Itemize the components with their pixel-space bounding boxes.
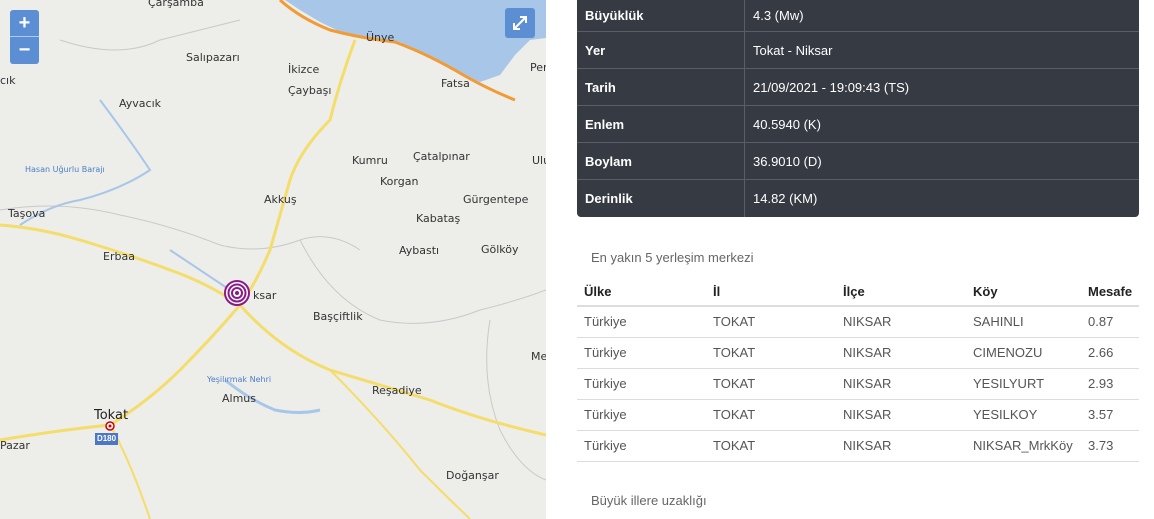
map-label: Erbaa (103, 250, 135, 263)
table-cell: SAHINLI (966, 306, 1081, 338)
detail-value: Tokat - Niksar (753, 43, 833, 58)
table-row: Türkiye TOKAT NIKSAR YESILKOY 3.57 (577, 399, 1139, 431)
table-cell: TOKAT (706, 306, 836, 338)
expand-icon (513, 16, 527, 30)
table-row: Türkiye TOKAT NIKSAR CIMENOZU 2.66 (577, 337, 1139, 369)
map-label: Salıpazarı (186, 51, 240, 64)
detail-row: Tarih 21/09/2021 - 19:09:43 (TS) (577, 69, 1139, 106)
map-label: Fatsa (441, 77, 470, 90)
table-cell: NIKSAR (836, 430, 966, 462)
table-cell: 2.66 (1081, 337, 1139, 369)
table-cell: NIKSAR (836, 306, 966, 338)
nearest-settlements-table: Ülke İl İlçe Köy Mesafe Türkiye TOKAT NI… (577, 277, 1139, 462)
table-cell: TOKAT (706, 368, 836, 400)
map-label: Kabataş (416, 212, 461, 225)
table-cell: Türkiye (577, 430, 706, 462)
table-cell: 3.57 (1081, 399, 1139, 431)
map-label: Per (530, 61, 546, 74)
column-header: Mesafe (1081, 277, 1139, 307)
map-label: Pazar (0, 439, 30, 452)
detail-value: 40.5940 (K) (753, 117, 821, 132)
zoom-control: + − (10, 10, 39, 64)
table-cell: TOKAT (706, 430, 836, 462)
map-label: Ayvacık (119, 97, 162, 110)
table-row: Türkiye TOKAT NIKSAR YESILYURT 2.93 (577, 368, 1139, 400)
zoom-in-button[interactable]: + (10, 10, 39, 37)
table-cell: 0.87 (1081, 306, 1139, 338)
table-header-row: Ülke İl İlçe Köy Mesafe (577, 277, 1139, 307)
table-cell: NIKSAR (836, 368, 966, 400)
detail-label: Derinlik (577, 180, 745, 217)
table-cell: NIKSAR (836, 337, 966, 369)
detail-label: Yer (577, 32, 745, 68)
map-label: Almus (222, 392, 256, 405)
detail-row: Büyüklük 4.3 (Mw) (577, 0, 1139, 32)
map-label: Taşova (8, 207, 46, 220)
nearest-title: En yakın 5 yerleşim merkezi (591, 250, 754, 265)
detail-label: Enlem (577, 106, 745, 142)
map-label: Me (531, 350, 546, 363)
table-cell: Türkiye (577, 368, 706, 400)
detail-row: Enlem 40.5940 (K) (577, 106, 1139, 143)
detail-label: Büyüklük (577, 0, 745, 31)
table-cell: YESILYURT (966, 368, 1081, 400)
map-label: cık (0, 74, 16, 87)
map-label: Aybastı (399, 244, 440, 257)
map-label: Doğanşar (446, 469, 499, 482)
detail-value: 21/09/2021 - 19:09:43 (TS) (753, 80, 910, 95)
map-label: Çatalpınar (413, 150, 470, 163)
map-label: İkizce (288, 63, 320, 76)
table-row: Türkiye TOKAT NIKSAR NIKSAR_MrkKöy 3.73 (577, 430, 1139, 462)
map-label: Korgan (380, 175, 419, 188)
map-label: Başçiftlik (313, 310, 363, 323)
detail-row: Derinlik 14.82 (KM) (577, 180, 1139, 217)
earthquake-map[interactable]: Çarşamba Salıpazarı İkizce Çaybaşı Ünye … (0, 0, 546, 519)
map-label: Çarşamba (148, 0, 204, 9)
column-header: İl (706, 277, 836, 307)
detail-row: Yer Tokat - Niksar (577, 32, 1139, 69)
table-row: Türkiye TOKAT NIKSAR SAHINLI 0.87 (577, 306, 1139, 338)
map-label: Ünye (366, 31, 395, 44)
map-label: Çaybaşı (288, 84, 332, 97)
table-cell: NIKSAR (836, 399, 966, 431)
road-shield: D180 (95, 433, 118, 445)
detail-label: Boylam (577, 143, 745, 179)
map-label: Tokat (94, 408, 129, 423)
table-cell: TOKAT (706, 337, 836, 369)
table-cell: Türkiye (577, 306, 706, 338)
detail-value: 14.82 (KM) (753, 191, 818, 206)
table-cell: Türkiye (577, 337, 706, 369)
zoom-out-button[interactable]: − (10, 37, 39, 64)
map-label: Gürgentepe (463, 193, 529, 206)
table-cell: NIKSAR_MrkKöy (966, 430, 1081, 462)
map-label: Kumru (352, 154, 388, 167)
map-label: Yeşilırmak Nehri (207, 375, 272, 384)
table-cell: Türkiye (577, 399, 706, 431)
detail-row: Boylam 36.9010 (D) (577, 143, 1139, 180)
table-cell: YESILKOY (966, 399, 1081, 431)
map-label: Gölköy (481, 243, 519, 256)
fullscreen-button[interactable] (505, 8, 535, 38)
detail-value: 4.3 (Mw) (753, 8, 804, 23)
earthquake-details: Büyüklük 4.3 (Mw) Yer Tokat - Niksar Tar… (577, 0, 1139, 217)
map-label: Akkuş (264, 193, 297, 206)
detail-label: Tarih (577, 69, 745, 105)
detail-value: 36.9010 (D) (753, 154, 822, 169)
cities-distance-title: Büyük illere uzaklığı (591, 493, 707, 508)
column-header: Köy (966, 277, 1081, 307)
map-label: ksar (253, 289, 277, 302)
table-cell: 2.93 (1081, 368, 1139, 400)
map-label: Ulu (532, 154, 546, 167)
map-label: Reşadiye (372, 384, 422, 397)
map-label: Hasan Uğurlu Barajı (25, 165, 105, 174)
table-cell: TOKAT (706, 399, 836, 431)
table-cell: 3.73 (1081, 430, 1139, 462)
column-header: Ülke (577, 277, 706, 307)
table-cell: CIMENOZU (966, 337, 1081, 369)
column-header: İlçe (836, 277, 966, 307)
